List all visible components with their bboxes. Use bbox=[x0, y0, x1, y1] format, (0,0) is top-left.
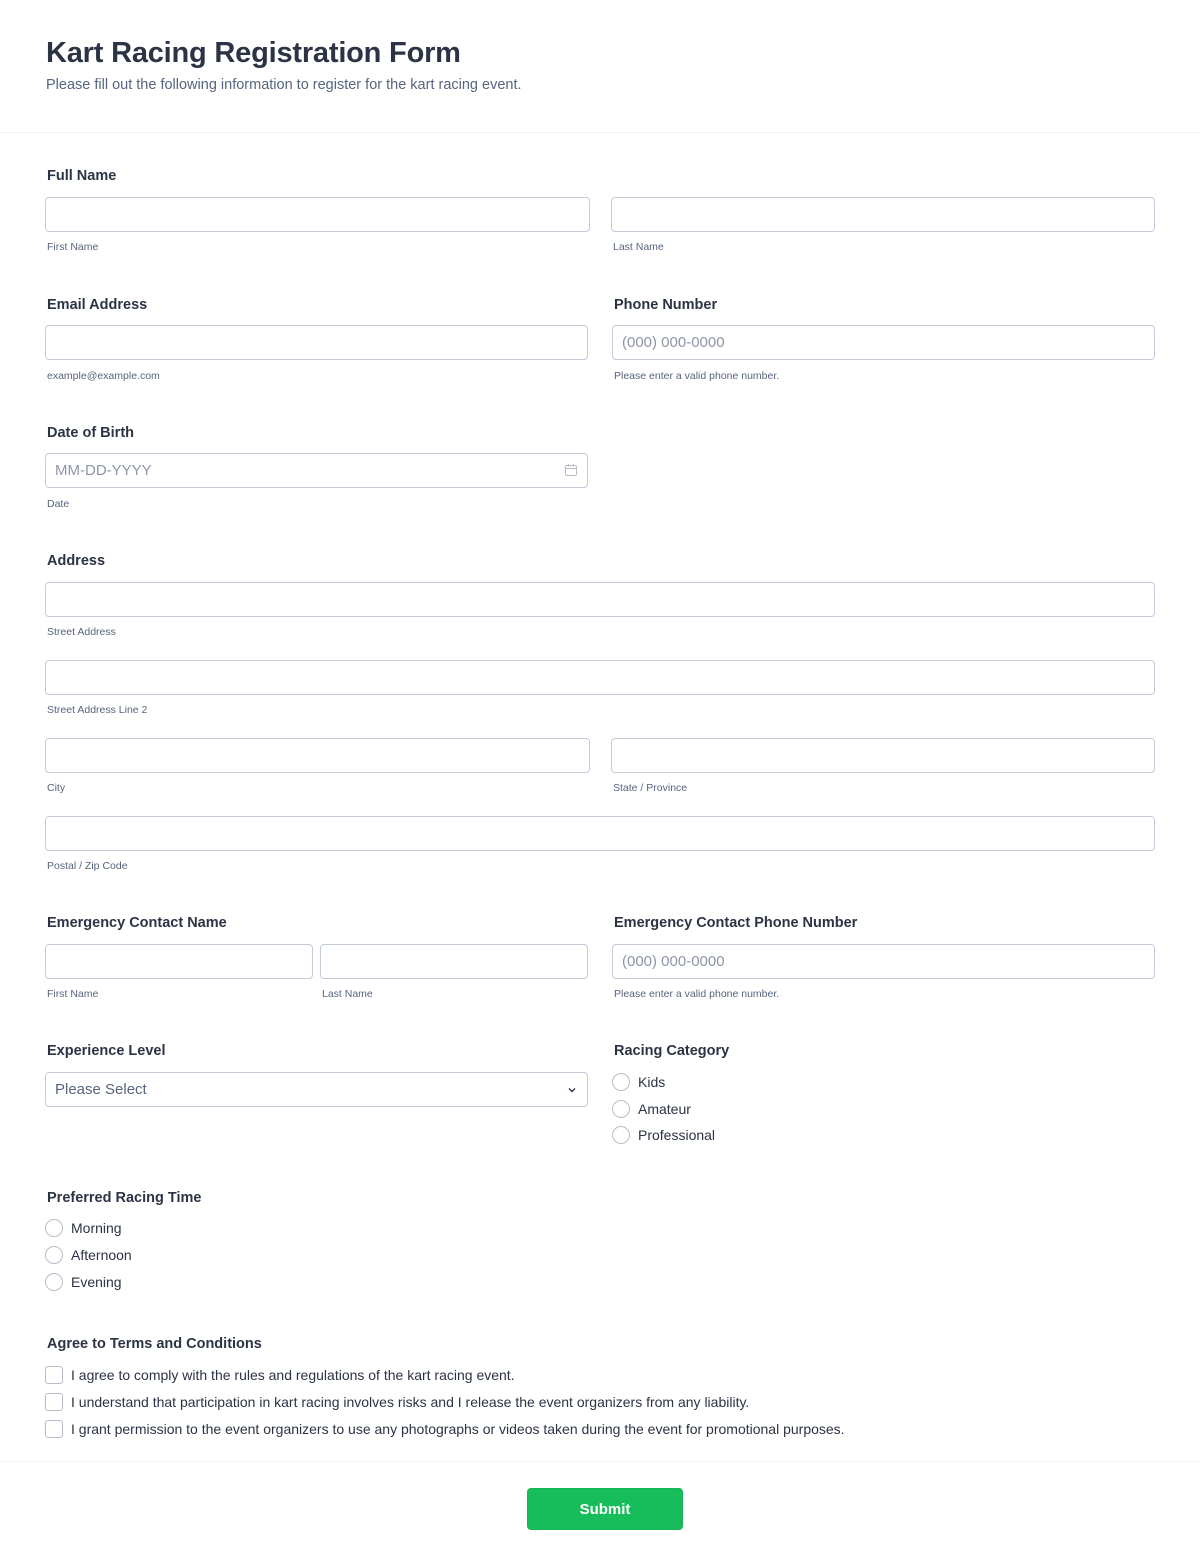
emergency-name-label: Emergency Contact Name bbox=[47, 915, 227, 931]
radio-evening[interactable] bbox=[45, 1273, 63, 1291]
address-label: Address bbox=[47, 553, 106, 569]
dob-input[interactable]: MM-DD-YYYY bbox=[45, 453, 588, 488]
last-name-input[interactable] bbox=[611, 197, 1155, 232]
street-address-line2-sublabel: Street Address Line 2 bbox=[47, 704, 148, 716]
page-subtitle: Please fill out the following informatio… bbox=[46, 77, 522, 93]
city-input[interactable] bbox=[45, 738, 590, 773]
emergency-first-name-sublabel: First Name bbox=[47, 988, 99, 1000]
full-name-label: Full Name bbox=[47, 168, 117, 184]
phone-input[interactable]: (000) 000-0000 bbox=[612, 325, 1155, 360]
dob-placeholder: MM-DD-YYYY bbox=[55, 462, 152, 479]
chevron-down-icon bbox=[568, 1088, 576, 1093]
terms-checkbox-2-label[interactable]: I understand that participation in kart … bbox=[71, 1394, 749, 1410]
email-input[interactable] bbox=[45, 325, 588, 360]
submit-button[interactable]: Submit bbox=[527, 1488, 683, 1530]
first-name-input[interactable] bbox=[45, 197, 590, 232]
form-header: Kart Racing Registration Form Please fil… bbox=[0, 0, 1200, 133]
terms-checkbox-3-label[interactable]: I grant permission to the event organize… bbox=[71, 1421, 845, 1437]
calendar-icon[interactable] bbox=[564, 463, 578, 477]
last-name-sublabel: Last Name bbox=[613, 241, 664, 253]
radio-amateur[interactable] bbox=[612, 1100, 630, 1118]
radio-morning[interactable] bbox=[45, 1219, 63, 1237]
terms-checkbox-1-label[interactable]: I agree to comply with the rules and reg… bbox=[71, 1367, 515, 1383]
radio-afternoon[interactable] bbox=[45, 1246, 63, 1264]
emergency-first-name-input[interactable] bbox=[45, 944, 313, 979]
terms-checkbox-2[interactable] bbox=[45, 1393, 63, 1411]
emergency-last-name-input[interactable] bbox=[320, 944, 588, 979]
terms-checkbox-3[interactable] bbox=[45, 1420, 63, 1438]
radio-professional[interactable] bbox=[612, 1126, 630, 1144]
radio-evening-label[interactable]: Evening bbox=[71, 1274, 122, 1290]
terms-checkbox-1[interactable] bbox=[45, 1366, 63, 1384]
experience-label: Experience Level bbox=[47, 1043, 166, 1059]
emergency-phone-input[interactable]: (000) 000-0000 bbox=[612, 944, 1155, 979]
state-sublabel: State / Province bbox=[613, 782, 688, 794]
terms-label: Agree to Terms and Conditions bbox=[47, 1336, 262, 1352]
phone-sublabel: Please enter a valid phone number. bbox=[614, 370, 780, 382]
emergency-phone-sublabel: Please enter a valid phone number. bbox=[614, 988, 780, 1000]
first-name-sublabel: First Name bbox=[47, 241, 99, 253]
radio-kids-label[interactable]: Kids bbox=[638, 1074, 665, 1090]
experience-selected-value: Please Select bbox=[55, 1081, 147, 1098]
footer-divider bbox=[0, 1461, 1200, 1462]
page-title: Kart Racing Registration Form bbox=[46, 37, 461, 69]
email-label: Email Address bbox=[47, 297, 148, 313]
radio-amateur-label[interactable]: Amateur bbox=[638, 1101, 691, 1117]
street-address-line2-input[interactable] bbox=[45, 660, 1155, 695]
emergency-last-name-sublabel: Last Name bbox=[322, 988, 373, 1000]
dob-label: Date of Birth bbox=[47, 425, 134, 441]
radio-morning-label[interactable]: Morning bbox=[71, 1220, 122, 1236]
radio-kids[interactable] bbox=[612, 1073, 630, 1091]
emergency-phone-label: Emergency Contact Phone Number bbox=[614, 915, 858, 931]
racing-time-label: Preferred Racing Time bbox=[47, 1190, 202, 1206]
street-address-sublabel: Street Address bbox=[47, 626, 116, 638]
dob-sublabel: Date bbox=[47, 498, 70, 510]
email-sublabel: example@example.com bbox=[47, 370, 160, 382]
radio-professional-label[interactable]: Professional bbox=[638, 1127, 715, 1143]
zip-input[interactable] bbox=[45, 816, 1155, 851]
racing-category-label: Racing Category bbox=[614, 1043, 730, 1059]
street-address-input[interactable] bbox=[45, 582, 1155, 617]
city-sublabel: City bbox=[47, 782, 66, 794]
zip-sublabel: Postal / Zip Code bbox=[47, 860, 128, 872]
phone-label: Phone Number bbox=[614, 297, 718, 313]
state-input[interactable] bbox=[611, 738, 1155, 773]
radio-afternoon-label[interactable]: Afternoon bbox=[71, 1247, 132, 1263]
experience-select[interactable]: Please Select bbox=[45, 1072, 588, 1107]
